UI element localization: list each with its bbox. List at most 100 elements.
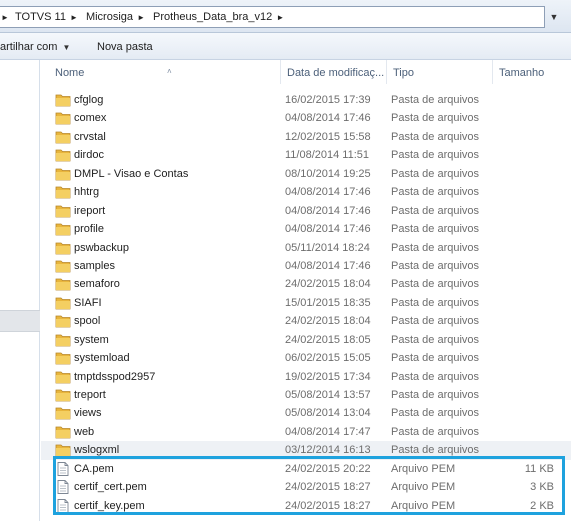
file-size <box>496 275 554 293</box>
breadcrumb-item-protheus-data[interactable]: Protheus_Data_bra_v12 ► <box>148 7 287 27</box>
folder-row[interactable]: crvstal 12/02/2015 15:58 Pasta de arquivos <box>41 128 571 146</box>
file-size <box>496 128 554 146</box>
file-name: certif_key.pem <box>74 499 145 512</box>
file-type: Pasta de arquivos <box>391 186 480 199</box>
folder-row[interactable]: system 24/02/2015 18:05 Pasta de arquivos <box>41 331 571 349</box>
folder-row[interactable]: pswbackup 05/11/2014 18:24 Pasta de arquiv… <box>41 239 571 257</box>
folder-icon <box>55 277 71 291</box>
file-size <box>496 368 554 386</box>
file-list: cfglog 16/02/2015 17:39 Pasta de arquivos c… <box>41 91 571 515</box>
folder-row[interactable]: views 05/08/2014 13:04 Pasta de arquivos <box>41 404 571 422</box>
file-size <box>496 220 554 238</box>
file-size <box>496 331 554 349</box>
share-with-label: artilhar com <box>0 41 58 53</box>
file-name: hhtrg <box>74 186 100 199</box>
navigation-selected-item[interactable] <box>0 310 40 332</box>
folder-row[interactable]: DMPL - Visao e Contas 08/10/2014 19:25 Pas… <box>41 165 571 183</box>
file-date-modified: 03/12/2014 16:13 <box>285 444 371 457</box>
file-size <box>496 294 554 312</box>
file-row[interactable]: CA.pem 24/02/2015 20:22 Arquivo PEM 11 KB <box>41 460 571 478</box>
file-name: dirdoc <box>74 149 104 162</box>
breadcrumb-item-totvs[interactable]: TOTVS 11 ► <box>10 7 81 27</box>
file-date-modified: 16/02/2015 17:39 <box>285 94 371 106</box>
address-bar[interactable]: ► TOTVS 11 ► Microsiga ► Protheus_Data_b… <box>0 6 545 28</box>
document-icon <box>55 480 71 495</box>
folder-row[interactable]: hhtrg 04/08/2014 17:46 Pasta de arquivos <box>41 183 571 201</box>
file-date-modified: 24/02/2015 18:05 <box>285 333 371 346</box>
file-name: DMPL - Visao e Contas <box>74 167 189 180</box>
file-type: Pasta de arquivos <box>391 315 480 328</box>
file-date-modified: 05/11/2014 18:24 <box>285 241 370 254</box>
folder-icon <box>55 406 71 420</box>
folder-row[interactable]: tmptdsspod2957 19/02/2015 17:34 Pasta de a… <box>41 368 571 386</box>
file-name: profile <box>74 223 104 236</box>
folder-row[interactable]: wslogxml 03/12/2014 16:13 Pasta de arquivo… <box>41 441 571 460</box>
file-name: comex <box>74 112 107 125</box>
file-size: 2 KB <box>530 499 554 512</box>
breadcrumb-label: TOTVS 11 <box>15 11 66 23</box>
file-name: pswbackup <box>74 241 130 254</box>
folder-row[interactable]: cfglog 16/02/2015 17:39 Pasta de arquivos <box>41 91 571 109</box>
file-row[interactable]: certif_key.pem 24/02/2015 18:27 Arquivo PE… <box>41 497 571 515</box>
column-header-size[interactable]: Tamanho <box>493 60 571 84</box>
file-date-modified: 05/08/2014 13:04 <box>285 407 371 420</box>
file-name: certif_cert.pem <box>74 481 147 494</box>
folder-row[interactable]: samples 04/08/2014 17:46 Pasta de arquivos <box>41 257 571 275</box>
folder-icon <box>55 425 71 439</box>
file-type: Pasta de arquivos <box>391 407 480 420</box>
folder-row[interactable]: comex 04/08/2014 17:46 Pasta de arquivos <box>41 109 571 127</box>
share-with-button[interactable]: artilhar com ▼ <box>0 39 70 55</box>
column-header-name[interactable]: Nome ˄ <box>49 60 281 84</box>
folder-row[interactable]: systemload 06/02/2015 15:05 Pasta de arqui… <box>41 349 571 367</box>
file-date-modified: 04/08/2014 17:46 <box>285 259 371 272</box>
chevron-right-icon[interactable]: ► <box>136 13 146 22</box>
folder-row[interactable]: semaforo 24/02/2015 18:04 Pasta de arquivo… <box>41 275 571 293</box>
file-type: Pasta de arquivos <box>391 352 480 365</box>
address-history-dropdown-icon[interactable]: ▼ <box>547 6 561 28</box>
file-type: Pasta de arquivos <box>391 167 480 180</box>
folder-icon <box>55 93 71 107</box>
file-type: Pasta de arquivos <box>391 241 480 254</box>
new-folder-button[interactable]: Nova pasta <box>97 39 153 55</box>
folder-icon <box>55 351 71 365</box>
folder-icon <box>55 111 71 125</box>
folder-row[interactable]: web 04/08/2014 17:47 Pasta de arquivos <box>41 423 571 441</box>
column-header-date[interactable]: Data de modificaç... <box>281 60 387 84</box>
folder-row[interactable]: treport 05/08/2014 13:57 Pasta de arquivos <box>41 386 571 404</box>
file-size <box>496 146 554 164</box>
file-name: web <box>74 425 95 438</box>
file-date-modified: 19/02/2015 17:34 <box>285 370 371 383</box>
file-name: samples <box>74 259 115 272</box>
file-size <box>496 109 554 127</box>
file-type: Pasta de arquivos <box>391 425 480 438</box>
column-header-row: Nome ˄ Data de modificaç... Tipo Tamanho <box>41 60 571 84</box>
file-name: SIAFI <box>74 296 102 309</box>
file-type: Pasta de arquivos <box>391 370 480 383</box>
file-date-modified: 24/02/2015 18:04 <box>285 278 371 291</box>
column-header-type[interactable]: Tipo <box>387 60 493 84</box>
file-date-modified: 06/02/2015 15:05 <box>285 352 371 365</box>
folder-row[interactable]: spool 24/02/2015 18:04 Pasta de arquivos <box>41 312 571 330</box>
folder-icon <box>55 370 71 384</box>
folder-row[interactable]: profile 04/08/2014 17:46 Pasta de arquivos <box>41 220 571 238</box>
folder-row[interactable]: ireport 04/08/2014 17:46 Pasta de arquivos <box>41 202 571 220</box>
file-size <box>496 239 554 257</box>
chevron-right-icon[interactable]: ► <box>275 13 285 22</box>
file-type: Pasta de arquivos <box>391 223 480 236</box>
document-icon <box>55 461 71 476</box>
folder-row[interactable]: SIAFI 15/01/2015 18:35 Pasta de arquivos <box>41 294 571 312</box>
sort-ascending-icon: ˄ <box>167 67 172 76</box>
file-date-modified: 04/08/2014 17:46 <box>285 186 371 199</box>
file-name: systemload <box>74 352 130 365</box>
navigation-pane[interactable] <box>0 60 40 521</box>
file-row[interactable]: certif_cert.pem 24/02/2015 18:27 Arquivo P… <box>41 478 571 496</box>
chevron-right-icon[interactable]: ► <box>69 13 79 22</box>
breadcrumb-item-microsiga[interactable]: Microsiga ► <box>81 7 148 27</box>
file-size <box>496 312 554 330</box>
file-type: Pasta de arquivos <box>391 204 480 217</box>
file-date-modified: 05/08/2014 13:57 <box>285 389 371 401</box>
folder-row[interactable]: dirdoc 11/08/2014 11:51 Pasta de arquivos <box>41 146 571 164</box>
file-size: 3 KB <box>530 481 554 494</box>
breadcrumb-label: Microsiga <box>85 11 134 23</box>
breadcrumb-root-chevron-icon[interactable]: ► <box>0 13 10 22</box>
